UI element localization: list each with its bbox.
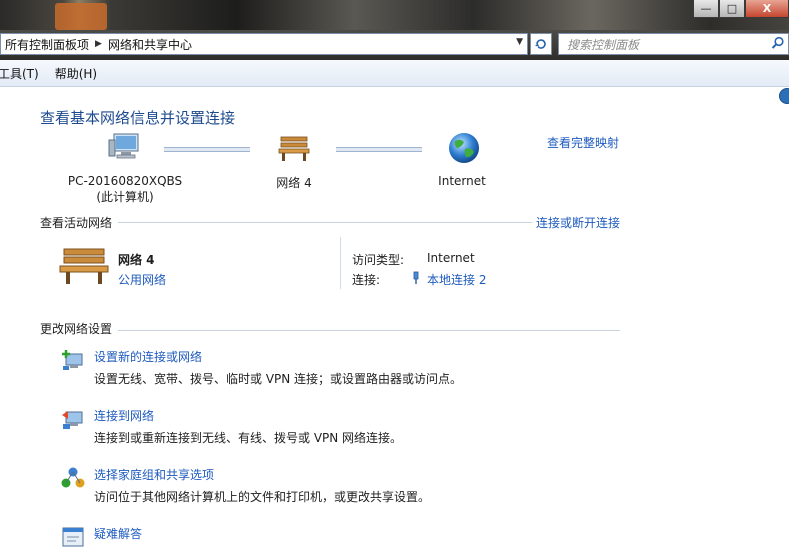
map-network-label: 网络 4 xyxy=(276,176,312,190)
main-content: 查看基本网络信息并设置连接 查看完整映射 PC-20160820XQBS (此计… xyxy=(0,87,789,547)
map-connection-line xyxy=(164,147,250,152)
breadcrumb-network-center[interactable]: 网络和共享中心 xyxy=(108,36,192,53)
computer-name: PC-20160820XQBS xyxy=(67,174,183,188)
search-input[interactable]: 搜索控制面板 xyxy=(558,33,789,55)
connections-label: 连接: xyxy=(352,273,381,287)
change-settings-heading: 更改网络设置 xyxy=(40,322,113,336)
active-network-icon xyxy=(58,245,110,290)
access-type-label: 访问类型: xyxy=(352,253,405,267)
homegroup-icon xyxy=(61,467,85,488)
map-internet-node[interactable] xyxy=(446,131,482,168)
ethernet-icon xyxy=(413,271,419,284)
troubleshoot-icon xyxy=(62,527,84,547)
chevron-down-icon[interactable]: ▼ xyxy=(516,37,523,47)
full-map-link[interactable]: 查看完整映射 xyxy=(547,134,619,151)
section-divider xyxy=(118,222,532,223)
help-icon[interactable] xyxy=(779,88,789,104)
computer-icon xyxy=(108,133,139,159)
section-divider-2 xyxy=(118,330,620,331)
map-computer-label: PC-20160820XQBS (此计算机) xyxy=(40,174,210,205)
new-connection-icon xyxy=(62,350,83,370)
menu-tools[interactable]: 工具(T) xyxy=(0,65,39,82)
breadcrumb-control-panel[interactable]: 所有控制面板项 xyxy=(5,36,89,53)
task-description: 访问位于其他网络计算机上的文件和打印机，或更改共享设置。 xyxy=(94,490,431,504)
map-computer-node[interactable] xyxy=(80,131,170,166)
connect-network-icon xyxy=(62,411,83,429)
bench-icon xyxy=(59,248,109,284)
map-network-node[interactable] xyxy=(270,133,318,166)
menu-help[interactable]: 帮助(H) xyxy=(55,65,97,82)
map-connection-line-2 xyxy=(336,147,422,152)
task-description: 连接到或重新连接到无线、有线、拨号或 VPN 网络连接。 xyxy=(94,431,403,445)
close-button[interactable]: X xyxy=(745,0,789,18)
taskbar-highlight xyxy=(55,3,107,30)
map-internet-label: Internet xyxy=(438,174,486,188)
connect-disconnect-link[interactable]: 连接或断开连接 xyxy=(536,214,620,231)
window-title-bar: — □ X xyxy=(0,0,789,30)
refresh-button[interactable] xyxy=(530,33,552,55)
local-connection-link[interactable]: 本地连接 2 xyxy=(427,271,486,288)
computer-sub: (此计算机) xyxy=(96,190,154,204)
page-title: 查看基本网络信息并设置连接 xyxy=(40,109,236,127)
globe-icon xyxy=(449,133,479,163)
active-networks-heading: 查看活动网络 xyxy=(40,216,113,230)
access-type-value: Internet xyxy=(427,251,475,265)
menu-bar: 工具(T) 帮助(H) xyxy=(0,60,789,87)
maximize-button[interactable]: □ xyxy=(719,0,745,18)
search-placeholder: 搜索控制面板 xyxy=(567,37,640,52)
task-title[interactable]: 连接到网络 xyxy=(94,407,154,424)
bench-icon xyxy=(278,136,310,161)
breadcrumb[interactable]: 所有控制面板项 ▶ 网络和共享中心 ▼ xyxy=(0,33,528,55)
window-controls: — □ X xyxy=(693,0,789,18)
minimize-button[interactable]: — xyxy=(693,0,719,18)
refresh-icon xyxy=(535,39,546,49)
address-bar: 所有控制面板项 ▶ 网络和共享中心 ▼ 搜索控制面板 xyxy=(0,30,789,60)
chevron-right-icon[interactable]: ▶ xyxy=(95,39,102,49)
vertical-divider xyxy=(340,237,341,289)
active-network-name: 网络 4 xyxy=(118,253,155,267)
search-icon[interactable] xyxy=(771,36,785,50)
network-type-link[interactable]: 公用网络 xyxy=(118,271,166,288)
task-description: 设置无线、宽带、拨号、临时或 VPN 连接；或设置路由器或访问点。 xyxy=(94,372,463,386)
task-title[interactable]: 疑难解答 xyxy=(94,525,142,542)
task-title[interactable]: 设置新的连接或网络 xyxy=(94,348,202,365)
task-title[interactable]: 选择家庭组和共享选项 xyxy=(94,466,214,483)
